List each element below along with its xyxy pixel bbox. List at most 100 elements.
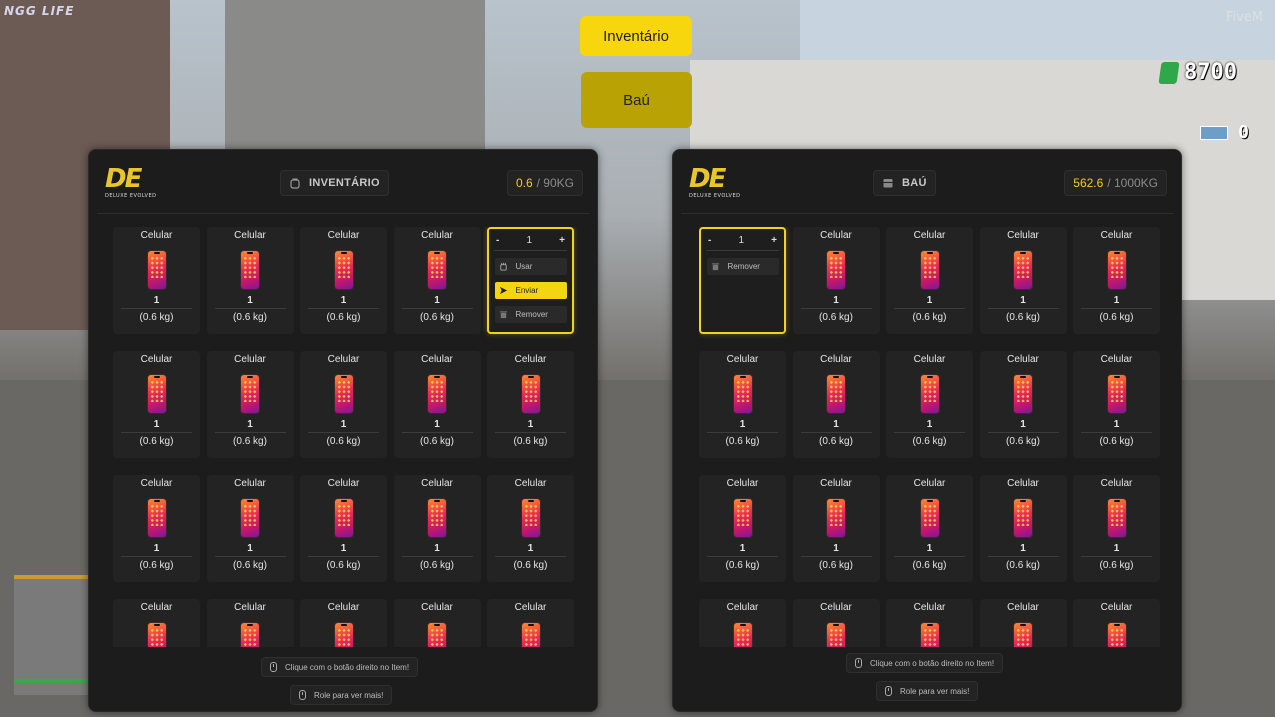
item-slot[interactable]: Celular1(0.6 kg) (699, 351, 786, 458)
smartphone-icon (919, 498, 940, 538)
item-slot[interactable]: Celular1(0.6 kg) (487, 475, 574, 582)
selected-item-slot[interactable]: - 1 + Usar Enviar Remover (487, 227, 574, 334)
inventory-panel: DE DELUXE EVOLVED INVENTÁRIO 0.6 / 90KG … (88, 149, 598, 712)
item-slot[interactable]: Celular1(0.6 kg) (113, 599, 200, 647)
item-slot[interactable]: Celular1(0.6 kg) (300, 227, 387, 334)
weight-current: 562.6 (1073, 176, 1104, 190)
action-remover-button[interactable]: Remover (706, 258, 779, 275)
minimap (14, 575, 89, 695)
item-quantity: 1 (833, 419, 839, 430)
item-slot[interactable]: Celular1(0.6 kg) (300, 351, 387, 458)
action-label: Remover (727, 262, 760, 271)
server-logo: NGG LIFE (4, 4, 75, 18)
item-slot[interactable]: Celular1(0.6 kg) (206, 599, 294, 647)
item-slot[interactable]: Celular1(0.6 kg) (1073, 475, 1160, 582)
divider (1081, 432, 1152, 433)
tab-inventory[interactable]: Inventário (580, 16, 692, 56)
item-slot[interactable]: Celular1(0.6 kg) (487, 599, 574, 647)
item-slot[interactable]: Celular1(0.6 kg) (1073, 599, 1160, 647)
item-quantity: 1 (153, 295, 160, 306)
action-usar-button[interactable]: Usar (494, 258, 567, 275)
mouse-icon (855, 658, 862, 668)
item-weight: (0.6 kg) (912, 560, 947, 571)
item-slot[interactable]: Celular1(0.6 kg) (113, 227, 200, 334)
smartphone-icon (826, 374, 846, 414)
item-weight: (0.6 kg) (819, 436, 853, 447)
decrease-button[interactable]: - (708, 235, 711, 246)
smartphone-icon (919, 374, 940, 414)
item-quantity: 1 (926, 295, 933, 306)
increase-button[interactable]: + (771, 235, 777, 246)
smartphone-icon (1106, 498, 1127, 538)
item-slot[interactable]: Celular1(0.6 kg) (113, 351, 200, 458)
smartphone-icon (1106, 374, 1127, 414)
item-slot[interactable]: Celular1(0.6 kg) (1073, 351, 1160, 458)
item-slot[interactable]: Celular1(0.6 kg) (979, 227, 1067, 334)
item-weight: (0.6 kg) (233, 312, 267, 323)
increase-button[interactable]: + (559, 235, 565, 246)
item-weight: (0.6 kg) (1099, 312, 1134, 323)
item-slot[interactable]: Celular 1 (0.6 kg) (792, 351, 880, 458)
item-slot[interactable]: Celular1(0.6 kg) (979, 599, 1067, 647)
item-slot[interactable]: Celular1(0.6 kg) (393, 351, 481, 458)
tab-chest[interactable]: Baú (581, 72, 692, 128)
item-slot[interactable]: Celular1(0.6 kg) (300, 475, 387, 582)
item-slot[interactable]: Celular1(0.6 kg) (979, 351, 1067, 458)
item-slot[interactable]: Celular1(0.6 kg) (979, 475, 1067, 582)
item-slot[interactable]: Celular1(0.6 kg) (886, 599, 973, 647)
item-slot[interactable]: Celular1(0.6 kg) (886, 351, 973, 458)
item-slot[interactable]: Celular1(0.6 kg) (393, 475, 481, 582)
brand-logo: DE DELUXE EVOLVED (689, 166, 759, 202)
item-slot[interactable]: Celular1(0.6 kg) (206, 351, 294, 458)
item-name: Celular (1100, 602, 1133, 613)
action-enviar-button[interactable]: Enviar (494, 282, 567, 299)
item-weight: (0.6 kg) (233, 436, 267, 447)
item-slot[interactable]: Celular1(0.6 kg) (487, 351, 574, 458)
selected-item-slot[interactable]: - 1 + Remover (699, 227, 786, 334)
quantity-stepper[interactable]: - 1 + (489, 229, 572, 247)
item-name: Celular (514, 354, 547, 365)
weight-max: / 1000KG (1107, 176, 1158, 190)
chest-grid[interactable]: - 1 + Remover Celular 1 (0.6 kg) Celular 1 (0.6 k… (699, 227, 1164, 647)
smartphone-icon (240, 250, 260, 290)
item-slot[interactable]: Celular1(0.6 kg) (792, 475, 880, 582)
smartphone-icon (427, 374, 447, 414)
quantity-stepper[interactable]: - 1 + (701, 229, 784, 247)
item-slot[interactable]: Celular1(0.6 kg) (393, 599, 481, 647)
item-slot[interactable]: Celular1(0.6 kg) (886, 227, 973, 334)
quantity-value[interactable]: 1 (526, 235, 532, 246)
item-name: Celular (820, 354, 852, 365)
item-slot[interactable]: Celular1(0.6 kg) (699, 599, 786, 647)
item-slot[interactable]: Celular1(0.6 kg) (792, 599, 880, 647)
ammo-display: 0 (1200, 122, 1249, 143)
smartphone-icon (520, 622, 541, 647)
item-slot[interactable]: Celular1(0.6 kg) (300, 599, 387, 647)
item-quantity: 1 (247, 295, 253, 306)
hint-text: Role para ver mais! (900, 686, 970, 696)
hand-icon (499, 262, 507, 271)
item-slot[interactable]: Celular1(0.6 kg) (206, 475, 294, 582)
smartphone-icon (240, 498, 260, 538)
item-slot[interactable]: Celular1(0.6 kg) (886, 475, 973, 582)
item-slot[interactable]: Celular1(0.6 kg) (393, 227, 481, 334)
inventory-grid[interactable]: Celular 1 (0.6 kg) Celular 1 (0.6 kg) Celular 1… (113, 227, 578, 647)
item-slot[interactable]: Celular1(0.6 kg) (113, 475, 200, 582)
divider (894, 556, 965, 557)
item-slot[interactable]: Celular1(0.6 kg) (206, 227, 294, 334)
item-name: Celular (913, 230, 946, 241)
item-quantity: 1 (833, 543, 839, 554)
divider (894, 308, 965, 309)
item-slot[interactable]: Celular1(0.6 kg) (699, 475, 786, 582)
divider (308, 432, 379, 433)
item-name: Celular (726, 354, 759, 365)
quantity-value[interactable]: 1 (738, 235, 744, 246)
decrease-button[interactable]: - (496, 235, 499, 246)
logo-mark: DE (689, 164, 726, 194)
item-slot[interactable]: Celular1(0.6 kg) (792, 227, 880, 334)
smartphone-icon (919, 622, 940, 647)
item-name: Celular (140, 478, 173, 489)
item-weight: (0.6 kg) (1006, 560, 1040, 571)
item-name: Celular (820, 230, 852, 241)
item-slot[interactable]: Celular1(0.6 kg) (1073, 227, 1160, 334)
action-remover-button[interactable]: Remover (494, 306, 567, 323)
